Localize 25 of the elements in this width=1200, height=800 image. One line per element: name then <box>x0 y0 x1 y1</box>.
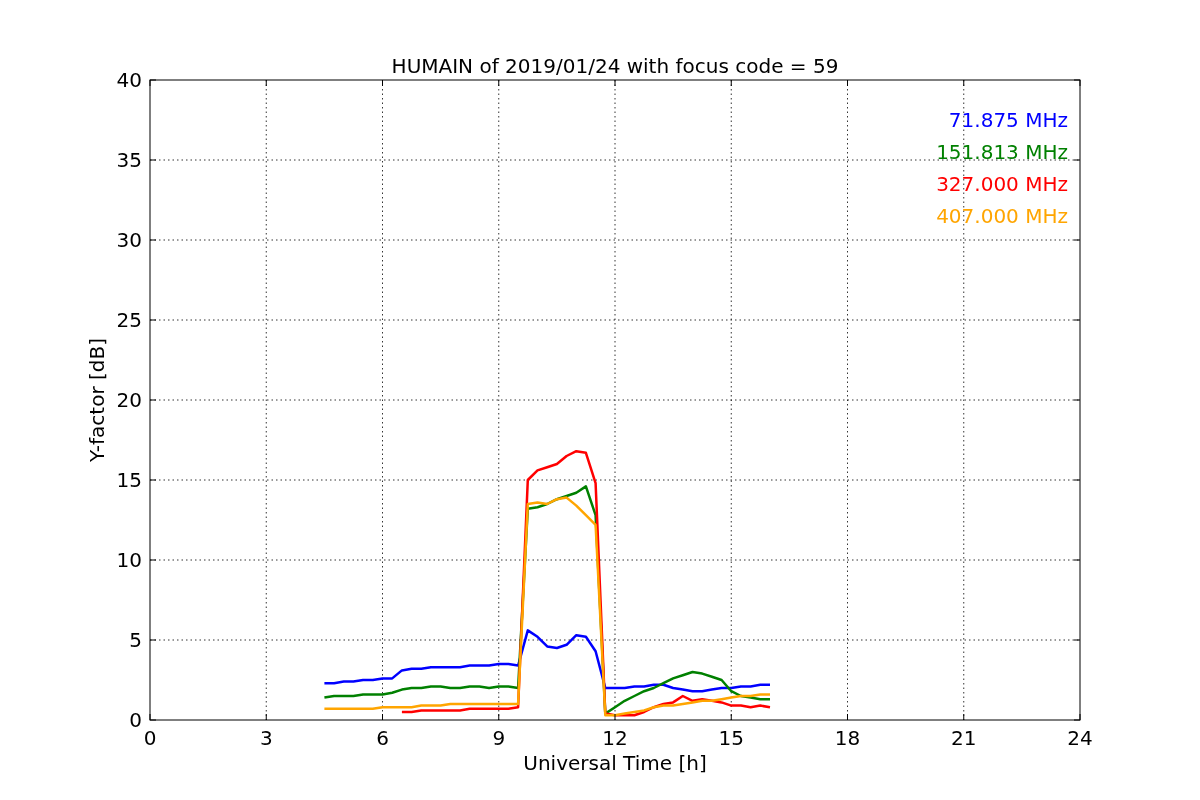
y-tick-label: 30 <box>116 228 142 252</box>
y-tick-label: 25 <box>116 308 142 332</box>
x-tick-label: 6 <box>376 726 389 750</box>
legend-label: 327.000 MHz <box>936 172 1068 196</box>
chart-title: HUMAIN of 2019/01/24 with focus code = 59 <box>391 54 839 78</box>
y-axis-label: Y-factor [dB] <box>85 338 109 462</box>
y-tick-label: 15 <box>116 468 142 492</box>
y-tick-label: 5 <box>129 628 142 652</box>
x-tick-label: 0 <box>143 726 157 750</box>
legend-label: 407.000 MHz <box>936 204 1068 228</box>
y-tick-label: 0 <box>129 708 142 732</box>
x-tick-label: 3 <box>259 726 273 750</box>
x-tick-label: 24 <box>1067 726 1093 750</box>
y-tick-label: 35 <box>116 148 142 172</box>
x-tick-label: 9 <box>492 726 506 750</box>
x-tick-label: 21 <box>951 726 977 750</box>
x-axis-label: Universal Time [h] <box>523 751 707 775</box>
y-tick-label: 40 <box>116 68 142 92</box>
x-tick-label: 18 <box>834 726 861 750</box>
legend-label: 151.813 MHz <box>936 140 1068 164</box>
y-tick-label: 10 <box>116 548 142 572</box>
legend-label: 71.875 MHz <box>948 108 1068 132</box>
x-tick-label: 12 <box>602 726 628 750</box>
y-tick-label: 20 <box>116 388 142 412</box>
x-tick-label: 15 <box>718 726 744 750</box>
